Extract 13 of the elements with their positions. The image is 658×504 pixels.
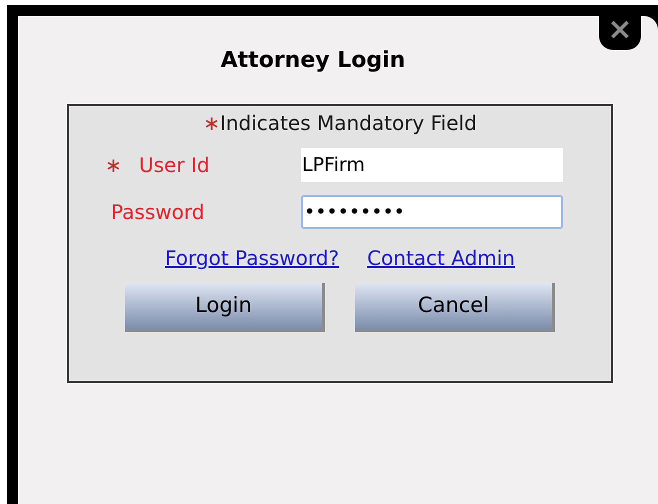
- field-label: User Id: [139, 152, 210, 178]
- required-asterisk: ∗: [105, 152, 123, 178]
- input-field[interactable]: •••••••••: [301, 194, 563, 228]
- link[interactable]: Forgot Password?: [165, 243, 340, 273]
- field-label: Password: [111, 198, 204, 226]
- required-asterisk: ∗: [203, 110, 220, 137]
- mandatory-note: Indicates Mandatory Field: [220, 110, 477, 137]
- dialog-button[interactable]: Login: [125, 283, 325, 332]
- input-field[interactable]: LPFirm: [301, 148, 563, 182]
- dialog-button[interactable]: Cancel: [355, 283, 555, 332]
- close-button[interactable]: ×: [599, 14, 641, 50]
- dialog-title: Attorney Login: [220, 47, 406, 75]
- link[interactable]: Contact Admin: [367, 243, 515, 273]
